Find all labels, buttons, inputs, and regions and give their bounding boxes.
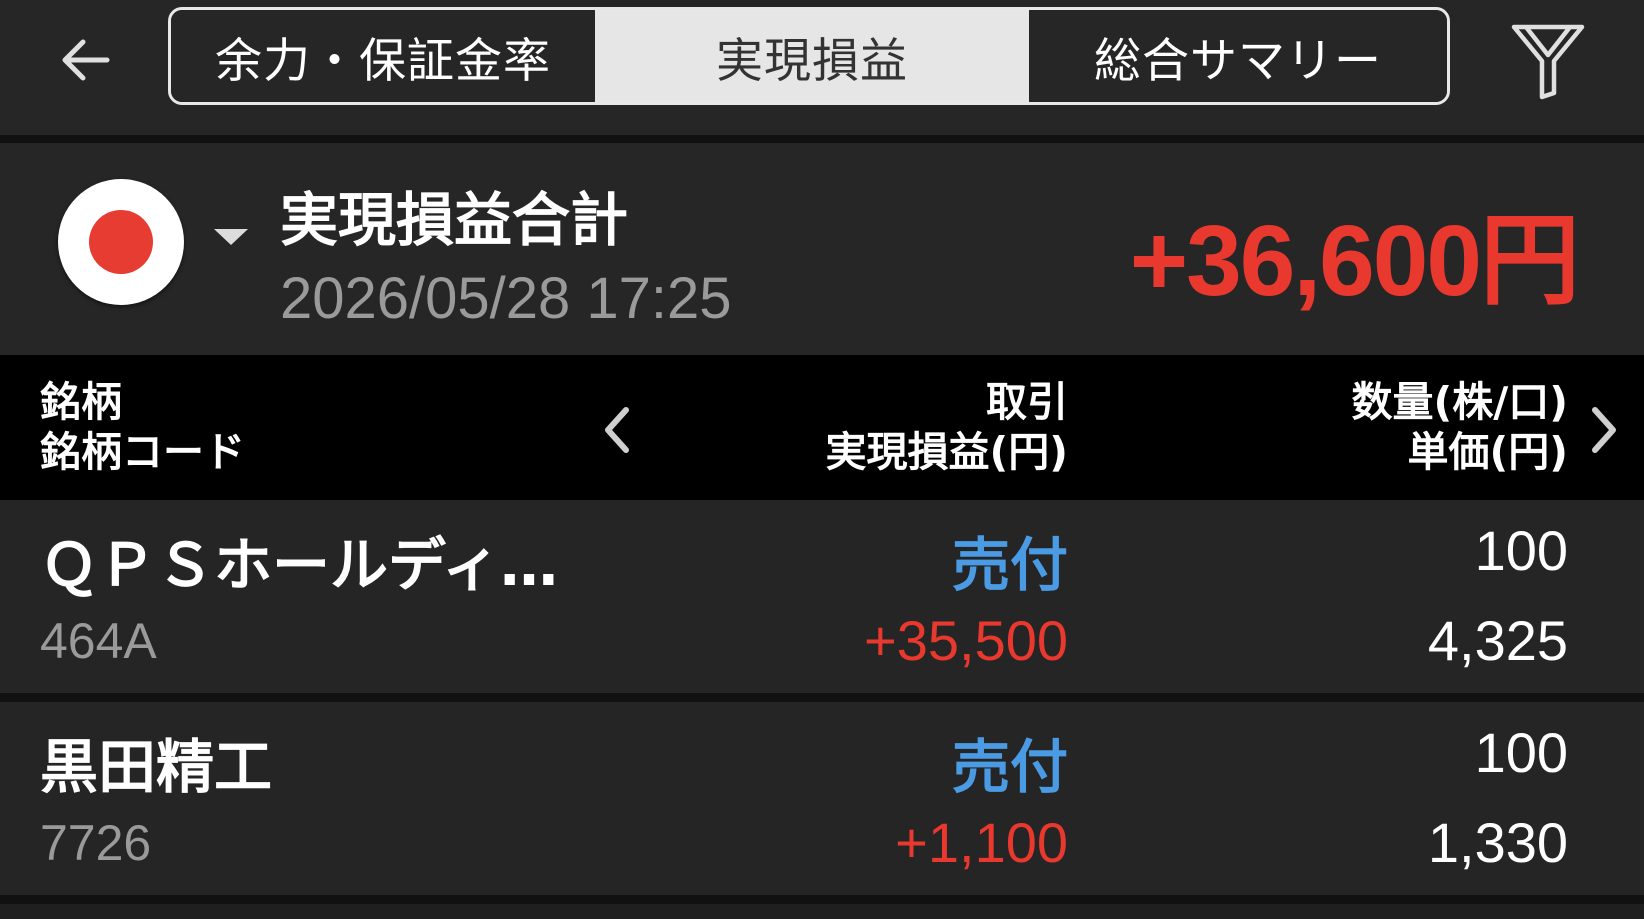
chevron-down-icon[interactable] xyxy=(214,229,248,245)
back-button[interactable] xyxy=(40,20,130,100)
trade-type: 売付 xyxy=(951,531,1068,599)
divider xyxy=(0,895,1644,904)
stock-name: 黒田精工 xyxy=(40,733,273,801)
summary-title: 実現損益合計 xyxy=(280,186,629,254)
tab-realized-pl[interactable]: 実現損益 xyxy=(595,10,1029,102)
chevron-left-icon[interactable] xyxy=(596,400,636,460)
column-header-label: 単価(円) xyxy=(1407,428,1568,476)
stock-code: 7726 xyxy=(40,815,152,871)
quantity: 100 xyxy=(1474,721,1568,784)
column-header-label: 銘柄 xyxy=(40,378,122,426)
divider xyxy=(0,135,1644,143)
realized-pl: +35,500 xyxy=(864,609,1068,672)
tab-overall-summary[interactable]: 総合サマリー xyxy=(1029,10,1447,102)
japan-flag-icon[interactable] xyxy=(58,179,184,305)
flag-sun xyxy=(89,210,153,274)
column-header-label: 実現損益(円) xyxy=(825,428,1068,476)
summary-datetime: 2026/05/28 17:25 xyxy=(280,266,732,331)
tab-bar: 余力・保証金率 実現損益 総合サマリー xyxy=(168,7,1450,105)
chevron-right-icon[interactable] xyxy=(1585,400,1625,460)
table-row[interactable]: 黒田精工 7726 売付 +1,100 100 1,330 xyxy=(0,702,1644,895)
table-header: 銘柄 銘柄コード 取引 実現損益(円) 数量(株/口) 単価(円) xyxy=(0,355,1644,500)
divider xyxy=(0,693,1644,702)
summary-total: +36,600円 xyxy=(1129,205,1580,317)
realized-pl: +1,100 xyxy=(895,811,1068,874)
column-header-label: 数量(株/口) xyxy=(1351,378,1568,426)
filter-button[interactable] xyxy=(1505,16,1591,106)
top-bar: 余力・保証金率 実現損益 総合サマリー xyxy=(0,0,1644,135)
column-header-issue: 銘柄 銘柄コード xyxy=(40,377,245,477)
unit-price: 4,325 xyxy=(1427,609,1568,672)
stock-code: 464A xyxy=(40,613,157,669)
filter-icon xyxy=(1511,24,1585,100)
column-header-label: 銘柄コード xyxy=(40,428,245,476)
tab-margin-status[interactable]: 余力・保証金率 xyxy=(171,10,595,102)
unit-price: 1,330 xyxy=(1427,811,1568,874)
column-header-trade: 取引 実現損益(円) xyxy=(826,377,1068,477)
column-header-quantity: 数量(株/口) 単価(円) xyxy=(1352,377,1568,477)
table-row[interactable]: ＱＰＳホールディ... 464A 売付 +35,500 100 4,325 xyxy=(0,500,1644,693)
trade-type: 売付 xyxy=(951,733,1068,801)
summary-panel: 実現損益合計 2026/05/28 17:25 +36,600円 xyxy=(0,143,1644,355)
arrow-left-icon xyxy=(62,39,110,81)
stock-name: ＱＰＳホールディ... xyxy=(40,531,560,599)
column-header-label: 取引 xyxy=(986,378,1068,426)
quantity: 100 xyxy=(1474,519,1568,582)
